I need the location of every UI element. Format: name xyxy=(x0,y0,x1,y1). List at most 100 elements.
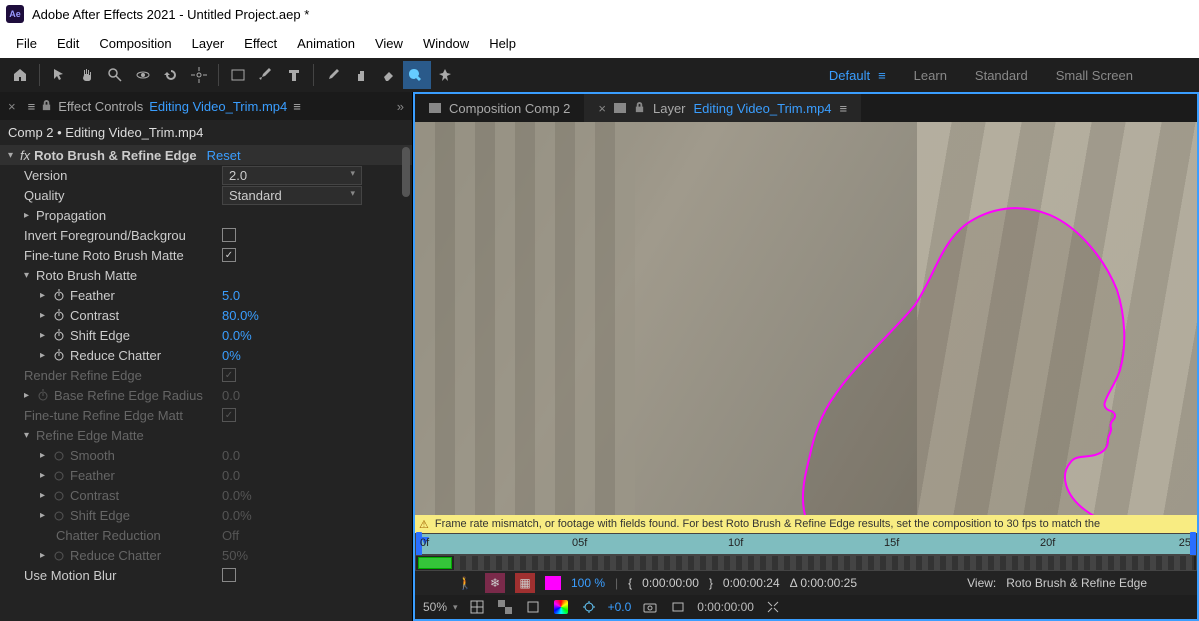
bracket-out-icon[interactable]: } xyxy=(709,576,713,590)
panel-menu-icon[interactable]: ≡ xyxy=(293,99,301,114)
menu-window[interactable]: Window xyxy=(413,32,479,55)
menu-composition[interactable]: Composition xyxy=(89,32,181,55)
person-icon[interactable]: 🚶 xyxy=(455,573,475,593)
zoom-tool[interactable] xyxy=(101,61,129,89)
menu-file[interactable]: File xyxy=(6,32,47,55)
twirl-icon[interactable]: ▸ xyxy=(40,290,52,301)
snapshot-icon[interactable] xyxy=(641,598,659,616)
twirl-icon[interactable]: ▸ xyxy=(40,510,52,521)
quality-dropdown[interactable]: Standard▾ xyxy=(222,186,362,205)
twirl-icon[interactable]: ▾ xyxy=(8,150,20,161)
propagation-span[interactable] xyxy=(418,557,452,569)
twirl-icon[interactable]: ▸ xyxy=(40,350,52,361)
workspace-standard[interactable]: Standard xyxy=(975,68,1028,83)
resolution-toggle[interactable] xyxy=(468,598,486,616)
menu-view[interactable]: View xyxy=(365,32,413,55)
propagation-bar[interactable] xyxy=(415,555,1197,571)
bracket-in-icon[interactable]: { xyxy=(628,576,632,590)
shift-edge-value[interactable]: 0.0% xyxy=(222,328,252,343)
comp-icon xyxy=(429,103,441,113)
time-ruler[interactable]: ▼ 0f 05f 10f 15f 20f 25f xyxy=(415,533,1197,555)
work-area-end[interactable] xyxy=(1190,532,1196,556)
pen-tool[interactable] xyxy=(252,61,280,89)
anchor-tool[interactable] xyxy=(185,61,213,89)
region-of-interest-icon[interactable] xyxy=(764,598,782,616)
selection-tool[interactable] xyxy=(45,61,73,89)
menu-edit[interactable]: Edit xyxy=(47,32,89,55)
menu-layer[interactable]: Layer xyxy=(182,32,235,55)
version-dropdown[interactable]: 2.0▾ xyxy=(222,166,362,185)
panel-title: Effect Controls xyxy=(58,99,143,114)
stopwatch-icon[interactable] xyxy=(52,348,66,362)
overlay-opacity[interactable]: 100 % xyxy=(571,576,605,590)
clone-tool[interactable] xyxy=(347,61,375,89)
menu-effect[interactable]: Effect xyxy=(234,32,287,55)
roto-brush-tool[interactable] xyxy=(403,61,431,89)
twirl-icon[interactable]: ▸ xyxy=(40,310,52,321)
stopwatch-icon[interactable] xyxy=(52,308,66,322)
show-snapshot-icon[interactable] xyxy=(669,598,687,616)
tab-layer[interactable]: × Layer Editing Video_Trim.mp4 ≡ xyxy=(584,94,861,122)
twirl-icon[interactable]: ▸ xyxy=(40,470,52,481)
tab-comp-label: Composition Comp 2 xyxy=(449,101,570,116)
ruler-tick: 10f xyxy=(728,537,743,549)
transparency-grid-icon[interactable] xyxy=(496,598,514,616)
app-logo: Ae xyxy=(6,5,24,23)
overflow-icon[interactable]: » xyxy=(397,99,404,114)
current-time-display[interactable]: 0:00:00:00 xyxy=(697,600,754,614)
exposure-icon[interactable] xyxy=(580,598,598,616)
reduce-chatter-value[interactable]: 0% xyxy=(222,348,241,363)
freeze-icon[interactable]: ❄ xyxy=(485,573,505,593)
twirl-icon[interactable]: ▸ xyxy=(40,550,52,561)
twirl-icon[interactable]: ▸ xyxy=(40,490,52,501)
hamburger-icon[interactable]: ≡ xyxy=(28,99,36,114)
orbit-tool[interactable] xyxy=(129,61,157,89)
exposure-value[interactable]: +0.0 xyxy=(608,600,632,614)
lock-icon[interactable] xyxy=(41,99,52,114)
in-time[interactable]: 0:00:00:00 xyxy=(642,576,699,590)
close-tab-icon[interactable]: × xyxy=(8,99,16,114)
stopwatch-icon xyxy=(52,448,66,462)
alpha-icon[interactable]: ▦ xyxy=(515,573,535,593)
workspace-learn[interactable]: Learn xyxy=(914,68,947,83)
hand-tool[interactable] xyxy=(73,61,101,89)
feather-value[interactable]: 5.0 xyxy=(222,288,240,303)
text-tool[interactable] xyxy=(280,61,308,89)
view-mode-dropdown[interactable]: Roto Brush & Refine Edge xyxy=(1006,576,1147,590)
twirl-icon[interactable]: ▸ xyxy=(24,390,36,401)
close-tab-icon[interactable]: × xyxy=(598,101,606,116)
rotate-tool[interactable] xyxy=(157,61,185,89)
contrast-value[interactable]: 80.0% xyxy=(222,308,259,323)
stopwatch-icon[interactable] xyxy=(52,288,66,302)
invert-checkbox[interactable] xyxy=(222,228,236,242)
overlay-color-swatch[interactable] xyxy=(545,576,561,590)
rect-mask-tool[interactable] xyxy=(224,61,252,89)
reset-link[interactable]: Reset xyxy=(207,148,241,163)
workspace-default[interactable]: Default ≡ xyxy=(829,68,886,83)
twirl-icon[interactable]: ▸ xyxy=(40,450,52,461)
out-time[interactable]: 0:00:00:24 xyxy=(723,576,780,590)
brush-tool[interactable] xyxy=(319,61,347,89)
motion-blur-checkbox[interactable] xyxy=(222,568,236,582)
home-tool[interactable] xyxy=(6,61,34,89)
puppet-tool[interactable] xyxy=(431,61,459,89)
twirl-icon[interactable]: ▸ xyxy=(24,210,36,221)
twirl-icon[interactable]: ▾ xyxy=(24,430,36,441)
eraser-tool[interactable] xyxy=(375,61,403,89)
viewer-canvas[interactable] xyxy=(415,122,1197,515)
workspace-small-screen[interactable]: Small Screen xyxy=(1056,68,1133,83)
channel-icon[interactable] xyxy=(552,598,570,616)
toolbar: Default ≡ Learn Standard Small Screen xyxy=(0,58,1199,92)
scrollbar-thumb[interactable] xyxy=(402,147,410,197)
zoom-dropdown[interactable]: 50%▾ xyxy=(423,600,458,614)
stopwatch-icon[interactable] xyxy=(52,328,66,342)
panel-menu-icon[interactable]: ≡ xyxy=(840,101,848,116)
twirl-icon[interactable]: ▾ xyxy=(24,270,36,281)
menu-help[interactable]: Help xyxy=(479,32,526,55)
finetune-roto-checkbox[interactable]: ✓ xyxy=(222,248,236,262)
lock-icon[interactable] xyxy=(634,101,645,116)
tab-composition[interactable]: Composition Comp 2 xyxy=(415,94,584,122)
twirl-icon[interactable]: ▸ xyxy=(40,330,52,341)
mask-toggle-icon[interactable] xyxy=(524,598,542,616)
menu-animation[interactable]: Animation xyxy=(287,32,365,55)
